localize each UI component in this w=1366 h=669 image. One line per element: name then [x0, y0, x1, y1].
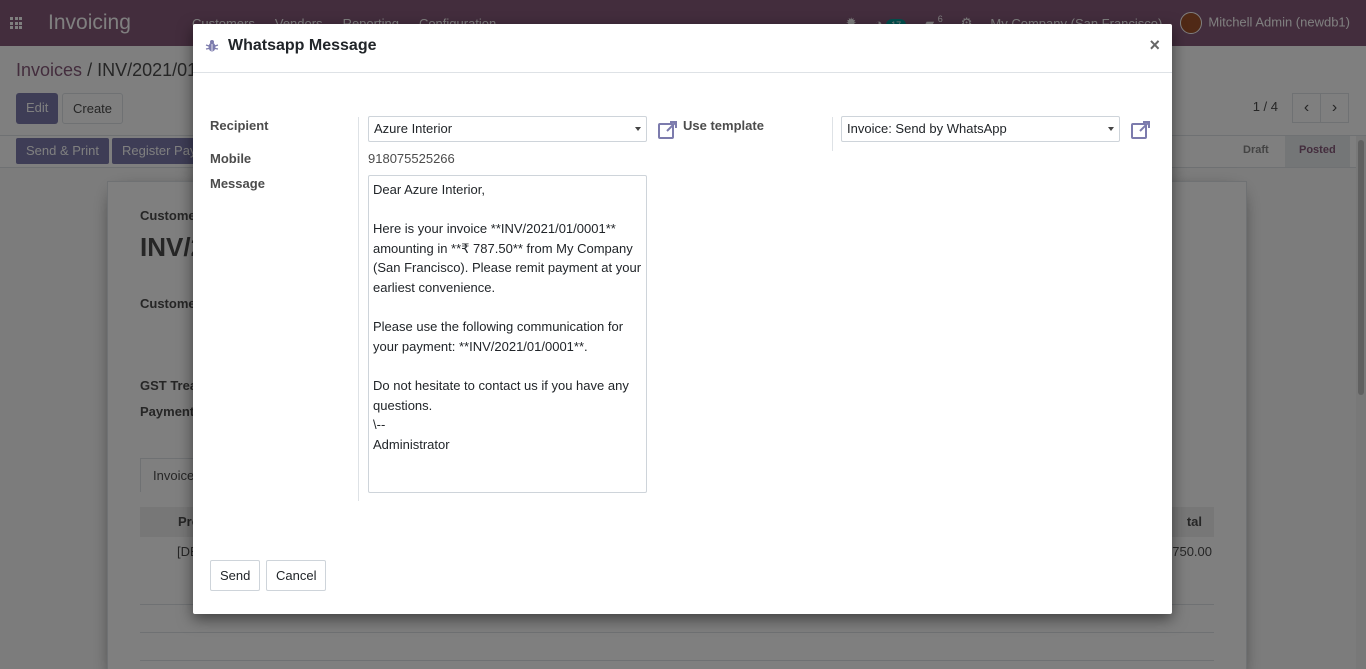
external-link-icon[interactable]	[1130, 119, 1152, 141]
mobile-field[interactable]: 918075525266	[368, 151, 455, 166]
label-separator	[832, 117, 833, 151]
dialog-header: Whatsapp Message ×	[193, 24, 1172, 73]
recipient-select[interactable]: Azure Interior	[368, 116, 647, 142]
chevron-down-icon	[1108, 127, 1114, 131]
whatsapp-message-dialog: Whatsapp Message × Recipient Azure Inter…	[193, 24, 1172, 614]
recipient-label: Recipient	[210, 118, 269, 133]
template-select-value: Invoice: Send by WhatsApp	[847, 121, 1007, 136]
send-button[interactable]: Send	[210, 560, 261, 591]
message-textarea[interactable]: Dear Azure Interior, Here is your invoic…	[368, 175, 647, 493]
dialog-title: Whatsapp Message	[228, 37, 377, 54]
cancel-button[interactable]: Cancel	[266, 560, 327, 591]
message-label: Message	[210, 176, 265, 191]
mobile-label: Mobile	[210, 151, 252, 166]
external-link-icon[interactable]	[657, 119, 679, 141]
label-separator	[358, 117, 359, 501]
close-button[interactable]: ×	[1149, 36, 1160, 54]
template-select[interactable]: Invoice: Send by WhatsApp	[841, 116, 1120, 142]
recipient-select-value: Azure Interior	[374, 121, 453, 136]
bug-icon	[205, 40, 219, 52]
use-template-label: Use template	[683, 118, 764, 133]
chevron-down-icon	[635, 127, 641, 131]
